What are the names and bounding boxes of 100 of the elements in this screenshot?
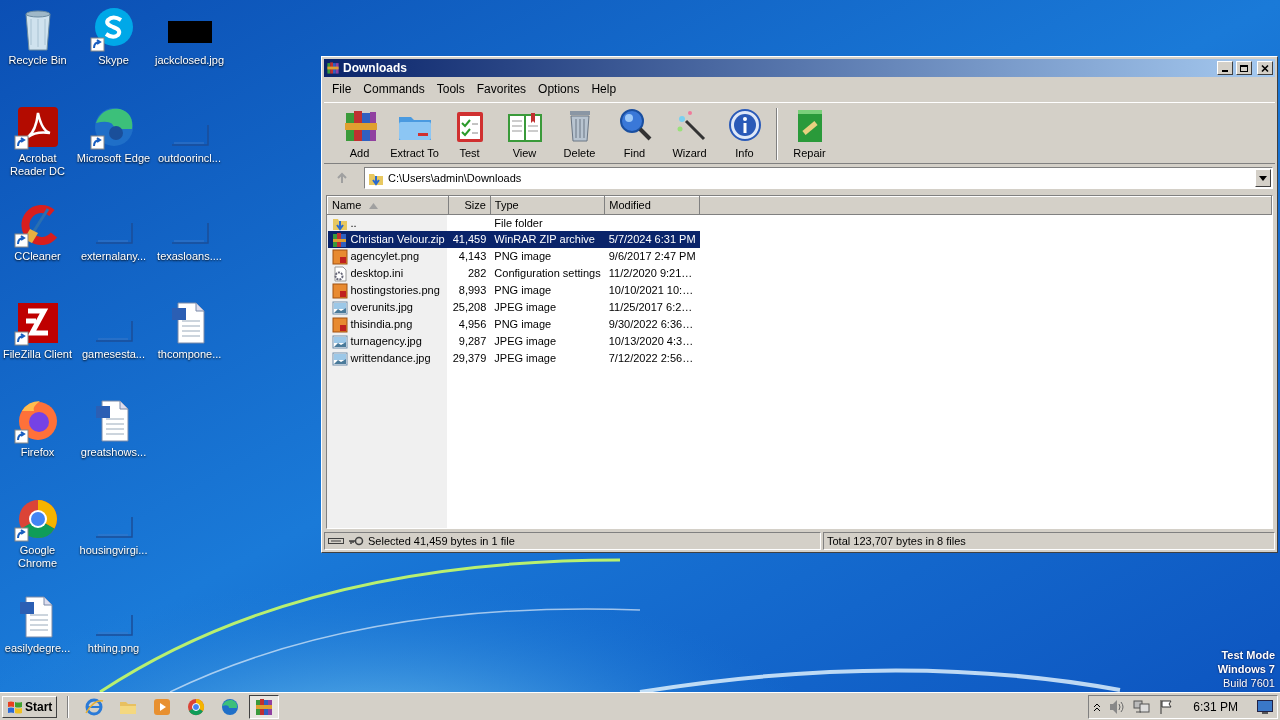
archive-icon: [331, 231, 348, 248]
toolbar-button[interactable]: Test: [442, 106, 497, 161]
file-row[interactable]: desktop.ini 282 Configuration settings 11/2/2020 9:21…: [327, 265, 1272, 282]
file-modified: 11/25/2017 6:2…: [608, 301, 693, 314]
file-name: ..: [350, 215, 357, 231]
menu-item[interactable]: Tools: [430, 79, 471, 99]
desktop-shortcut[interactable]: Acrobat Reader DC: [0, 104, 75, 202]
windows-flag-icon: [7, 699, 23, 714]
file-type: File folder: [494, 216, 543, 229]
desktop-shortcut[interactable]: easilydegre...: [0, 594, 75, 692]
column-header[interactable]: Name: [327, 196, 449, 214]
toolbar-button[interactable]: Delete: [552, 106, 607, 161]
file-type: Configuration settings: [494, 267, 601, 280]
dropdown-button[interactable]: [1255, 169, 1271, 187]
desktop-shortcut[interactable]: externalany...: [76, 202, 151, 300]
file-type: PNG image: [494, 318, 552, 331]
desktop-shortcut[interactable]: FileZilla Client: [0, 300, 75, 398]
file-name: agencylet.png: [350, 249, 419, 265]
menu-item[interactable]: Favorites: [470, 79, 533, 99]
file-size: 8,993: [458, 284, 487, 297]
minimize-icon: [1222, 70, 1228, 72]
drive-icon: [328, 537, 344, 545]
file-row[interactable]: writtendance.jpg 29,379 JPEG image 7/12/2022 2:56…: [327, 350, 1272, 367]
file-row[interactable]: hostingstories.png 8,993 PNG image 10/10/2021 10:…: [327, 282, 1272, 299]
archive-icon: [254, 696, 275, 717]
toolbar-button[interactable]: Extract To: [387, 106, 442, 161]
file-size: 282: [467, 267, 487, 280]
menu-item[interactable]: Help: [585, 79, 623, 99]
file-modified: 10/13/2020 4:3…: [608, 335, 694, 348]
file-modified: 11/2/2020 9:21…: [608, 267, 693, 280]
file-row[interactable]: thisindia.png 4,956 PNG image 9/30/2022 6:36…: [327, 316, 1272, 333]
flag-icon: [1158, 698, 1175, 715]
file-name: Christian Velour.zip: [350, 232, 445, 248]
column-header[interactable]: Modified: [604, 196, 700, 214]
close-icon: [1260, 63, 1270, 73]
file-size: 25,208: [452, 301, 487, 314]
file-type: JPEG image: [494, 352, 557, 365]
image-file-icon: [331, 350, 348, 367]
file-row[interactable]: overunits.jpg 25,208 JPEG image 11/25/2017 6:2…: [327, 299, 1272, 316]
key-icon: [348, 536, 364, 546]
info-icon: [726, 106, 763, 143]
file-type: WinRAR ZIP archive: [494, 233, 595, 246]
taskbar-button[interactable]: [249, 694, 280, 719]
close-button[interactable]: [1257, 61, 1273, 75]
desktop-shortcut[interactable]: texasloans....: [152, 202, 227, 300]
desktop-shortcut[interactable]: Skype: [76, 6, 151, 104]
column-header[interactable]: Type: [490, 196, 605, 214]
desktop-shortcut[interactable]: outdoorincl...: [152, 104, 227, 202]
system-notice-text: Test Mode: [1220, 648, 1275, 662]
desktop-shortcut[interactable]: greatshows...: [76, 398, 151, 496]
desktop-shortcut[interactable]: jackclosed.jpg: [152, 6, 227, 104]
archive-icon: [326, 61, 340, 75]
file-row[interactable]: turnagency.jpg 9,287 JPEG image 10/13/2020 4:3…: [327, 333, 1272, 350]
desktop-shortcut[interactable]: Microsoft Edge: [76, 104, 151, 202]
menu-item[interactable]: Commands: [357, 79, 431, 99]
start-button[interactable]: Start: [2, 695, 58, 718]
browser-icon: [84, 696, 105, 717]
clock-time: 6:31 PM: [1193, 698, 1238, 716]
toolbar-button[interactable]: Repair: [782, 106, 837, 161]
toolbar-button[interactable]: Wizard: [662, 106, 717, 161]
address-path: C:\Users\admin\Downloads: [388, 170, 523, 186]
column-header[interactable]: Size: [448, 196, 491, 214]
maximize-icon: [1239, 63, 1249, 73]
menu-item[interactable]: File: [326, 79, 358, 99]
file-size: 4,956: [458, 318, 487, 331]
desktop-shortcut[interactable]: housingvirgi...: [76, 496, 151, 594]
minimize-button[interactable]: [1217, 61, 1233, 75]
desktop-shortcut[interactable]: Firefox: [0, 398, 75, 496]
desktop-shortcut[interactable]: Recycle Bin: [0, 6, 75, 104]
status-text: Total 123,707 bytes in 8 files: [827, 533, 966, 549]
file-modified: 5/7/2024 6:31 PM: [608, 233, 696, 246]
file-modified: 10/10/2021 10:…: [608, 284, 694, 297]
toolbar-button[interactable]: Add: [332, 106, 387, 161]
system-notice-text: Windows 7: [1217, 662, 1275, 676]
up-arrow-icon: [336, 172, 348, 184]
toolbar-button[interactable]: Find: [607, 106, 662, 161]
desktop-shortcut[interactable]: thcompone...: [152, 300, 227, 398]
address-field[interactable]: C:\Users\admin\Downloads: [364, 167, 1273, 189]
image-file-icon: [331, 282, 348, 299]
toolbar-button[interactable]: View: [497, 106, 552, 161]
menu-item[interactable]: Options: [532, 79, 586, 99]
image-file-icon: [331, 316, 348, 333]
toolbar-button[interactable]: Info: [717, 106, 772, 161]
network-icon: [1133, 698, 1152, 715]
desktop-shortcut[interactable]: Google Chrome: [0, 496, 75, 594]
image-file-icon: [331, 299, 348, 316]
file-row[interactable]: .. File folder: [327, 214, 1272, 231]
image-file-icon: [331, 248, 348, 265]
desktop-shortcut[interactable]: gamesesta...: [76, 300, 151, 398]
maximize-button[interactable]: [1236, 61, 1252, 75]
gear-file-icon: [331, 265, 348, 282]
file-name: hostingstories.png: [350, 283, 440, 299]
speaker-icon: [1108, 698, 1127, 715]
file-row[interactable]: agencylet.png 4,143 PNG image 9/6/2017 2:47 PM: [327, 248, 1272, 265]
show-desktop-icon: [1257, 699, 1273, 714]
file-name: overunits.jpg: [350, 300, 413, 316]
desktop-shortcut[interactable]: hthing.png: [76, 594, 151, 692]
desktop-shortcut[interactable]: CCleaner: [0, 202, 75, 300]
show-hidden-icon: [1093, 701, 1102, 712]
file-row[interactable]: Christian Velour.zip 41,459 WinRAR ZIP archive 5/7/2024 6:31 PM: [327, 231, 1272, 248]
